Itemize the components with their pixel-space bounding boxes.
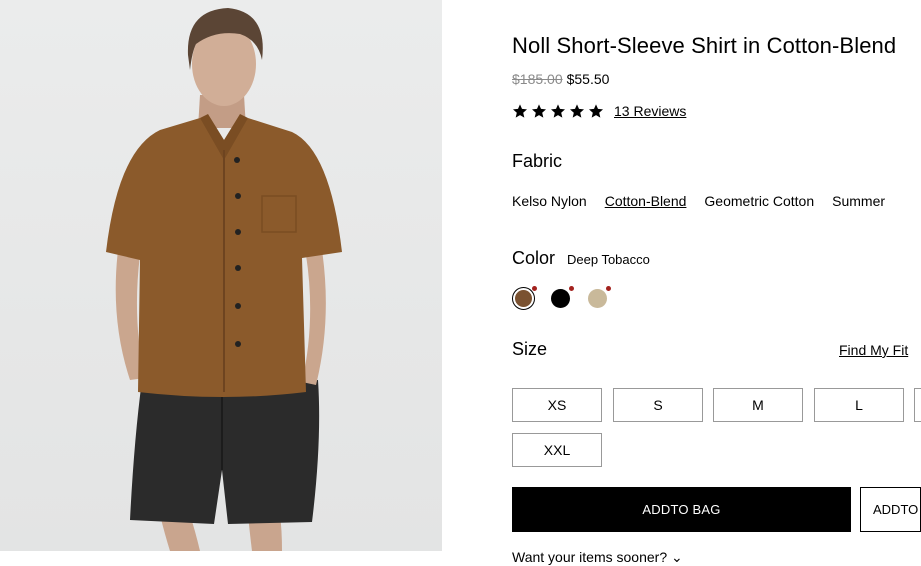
rating-row: 13 Reviews (512, 103, 686, 119)
color-label: Color (512, 248, 556, 268)
size-option-xs[interactable]: XS (512, 388, 602, 422)
star-icon (551, 104, 565, 118)
size-label: Size (512, 339, 548, 359)
product-image (0, 0, 442, 551)
size-option-l[interactable]: L (814, 388, 904, 422)
swatch-fill (515, 290, 532, 307)
sale-indicator-dot (532, 286, 537, 291)
chevron-down-icon: ⌄ (671, 549, 683, 565)
selected-color-name: Deep Tobacco (567, 252, 650, 267)
fabric-option-summer[interactable]: Summer (832, 193, 885, 209)
color-swatches (512, 286, 611, 310)
size-option-m[interactable]: M (713, 388, 803, 422)
reviews-link[interactable]: 13 Reviews (614, 103, 686, 119)
swatch-deep-tobacco[interactable] (512, 286, 537, 310)
original-price: $185.00 (512, 71, 563, 87)
model-photo (106, 8, 342, 551)
size-option-s[interactable]: S (613, 388, 703, 422)
sale-price: $55.50 (566, 71, 610, 87)
sale-indicator-dot (569, 286, 574, 291)
price-row: $185.00 $55.50 (512, 71, 609, 87)
delivery-options-label: Want your items sooner? (512, 549, 668, 565)
add-to-wishlist-button[interactable]: ADDTO WISHLIST (860, 487, 921, 532)
fabric-option-kelso-nylon[interactable]: Kelso Nylon (512, 193, 587, 209)
fabric-label: Fabric (512, 151, 563, 171)
swatch-fill (588, 289, 607, 308)
size-option-xxl[interactable]: XXL (512, 433, 602, 467)
find-my-fit-link[interactable]: Find My Fit (839, 342, 908, 358)
star-rating (512, 103, 604, 119)
fabric-option-cotton-blend[interactable]: Cotton-Blend (605, 193, 687, 209)
fabric-option-geometric-cotton[interactable]: Geometric Cotton (704, 193, 814, 209)
swatch-black[interactable] (549, 286, 574, 310)
delivery-options-toggle[interactable]: Want your items sooner? ⌄ (512, 549, 683, 566)
star-icon (570, 104, 584, 118)
product-title: Noll Short-Sleeve Shirt in Cotton-Blend (512, 33, 897, 58)
swatch-fill (551, 289, 570, 308)
fabric-options: Kelso Nylon Cotton-Blend Geometric Cotto… (512, 193, 903, 209)
swatch-khaki[interactable] (586, 286, 611, 310)
add-to-bag-button[interactable]: ADDTO BAG (512, 487, 851, 532)
star-icon (589, 104, 603, 118)
star-icon (513, 104, 527, 118)
size-option-xl[interactable] (914, 388, 921, 422)
star-icon (532, 104, 546, 118)
sale-indicator-dot (606, 286, 611, 291)
